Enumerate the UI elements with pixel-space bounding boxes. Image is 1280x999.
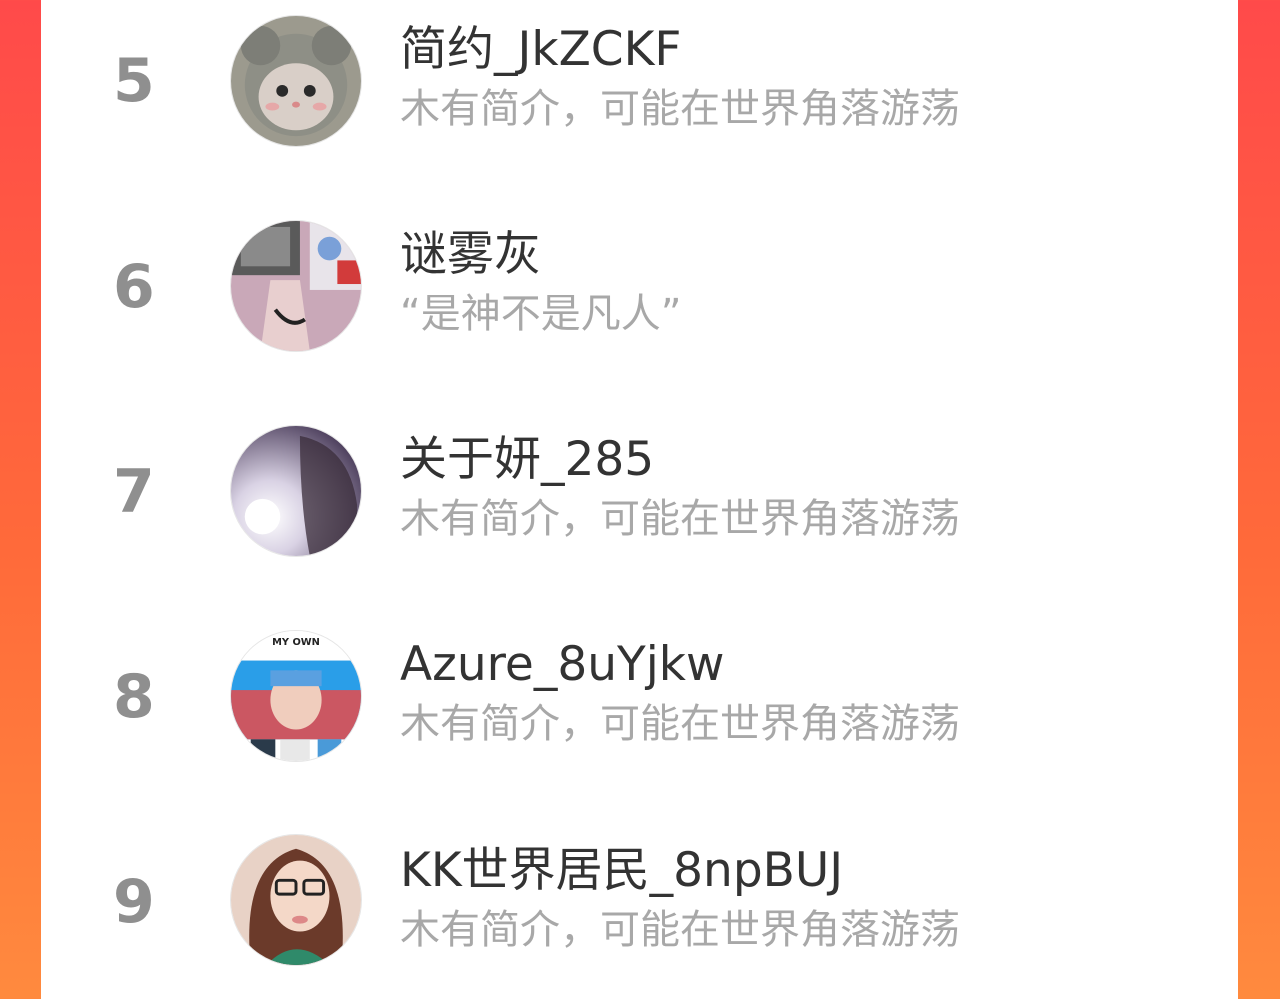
photo-avatar-icon[interactable]: MY OWN <box>230 630 362 762</box>
user-description: 木有简介，可能在世界角落游荡 <box>400 907 960 953</box>
user-name[interactable]: 简约_JkZCKF <box>400 26 681 73</box>
photo-avatar-icon[interactable] <box>230 425 362 557</box>
user-name[interactable]: 关于妍_285 <box>400 436 654 483</box>
list-item[interactable]: 8 MY OWN Azure_8uYjkw 木有简介，可能在世界角落游荡 <box>41 594 1238 799</box>
cat-avatar-icon[interactable] <box>230 15 362 147</box>
photo-avatar-icon[interactable] <box>230 220 362 352</box>
user-name[interactable]: Azure_8uYjkw <box>400 641 724 688</box>
list-item[interactable]: 9 KK世界居民_8npBUJ 木有简介，可能在世界角落游荡 <box>41 799 1238 999</box>
avatar-text: MY OWN <box>272 637 320 648</box>
list-item[interactable]: 5 简约_JkZCKF 木有简介，可能在世界角落游荡 <box>41 0 1238 183</box>
rank-number: 7 <box>113 456 155 527</box>
rank-number: 5 <box>113 45 155 116</box>
photo-avatar-icon[interactable] <box>230 834 362 966</box>
user-description: 木有简介，可能在世界角落游荡 <box>400 86 960 132</box>
rank-number: 9 <box>113 866 155 937</box>
list-item[interactable]: 7 关于妍_285 木有简介，可能在世界角落游荡 <box>41 389 1238 594</box>
user-description: 木有简介，可能在世界角落游荡 <box>400 496 960 542</box>
user-name[interactable]: 谜雾灰 <box>400 231 541 278</box>
user-description: “是神不是凡人” <box>400 291 682 337</box>
user-name[interactable]: KK世界居民_8npBUJ <box>400 847 843 894</box>
rank-number: 6 <box>113 251 155 322</box>
user-description: 木有简介，可能在世界角落游荡 <box>400 701 960 747</box>
ranking-list: 5 简约_JkZCKF 木有简介，可能在世界角落游荡 6 谜雾灰 “是神不是凡人… <box>41 0 1238 999</box>
rank-number: 8 <box>113 661 155 732</box>
list-item[interactable]: 6 谜雾灰 “是神不是凡人” <box>41 184 1238 389</box>
